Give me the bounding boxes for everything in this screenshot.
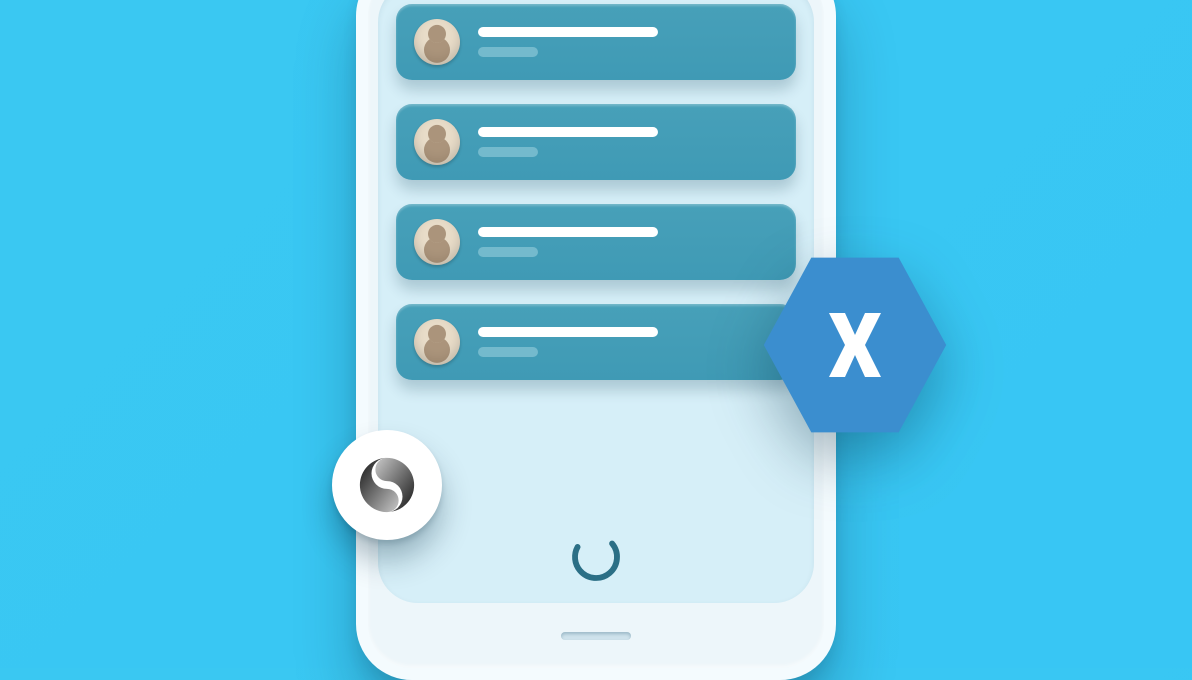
text-skeleton <box>478 27 658 57</box>
list-item[interactable] <box>396 304 796 380</box>
avatar <box>414 319 460 365</box>
avatar <box>414 119 460 165</box>
skeleton-line-primary <box>478 27 658 37</box>
list-item[interactable] <box>396 204 796 280</box>
charging-port <box>561 632 631 640</box>
app-screen <box>378 0 814 603</box>
skeleton-line-primary <box>478 127 658 137</box>
json-icon <box>356 454 418 516</box>
text-skeleton <box>478 327 658 357</box>
xamarin-hexagon <box>760 250 950 440</box>
avatar <box>414 19 460 65</box>
skeleton-line-secondary <box>478 47 538 57</box>
skeleton-line-primary <box>478 227 658 237</box>
xamarin-x-icon <box>805 295 905 395</box>
loading-spinner-icon <box>568 529 624 585</box>
json-badge <box>332 430 442 540</box>
xamarin-badge <box>760 250 950 440</box>
contact-list[interactable] <box>396 4 796 380</box>
skeleton-line-primary <box>478 327 658 337</box>
skeleton-line-secondary <box>478 347 538 357</box>
text-skeleton <box>478 127 658 157</box>
skeleton-line-secondary <box>478 247 538 257</box>
list-item[interactable] <box>396 4 796 80</box>
text-skeleton <box>478 227 658 257</box>
avatar <box>414 219 460 265</box>
skeleton-line-secondary <box>478 147 538 157</box>
list-item[interactable] <box>396 104 796 180</box>
